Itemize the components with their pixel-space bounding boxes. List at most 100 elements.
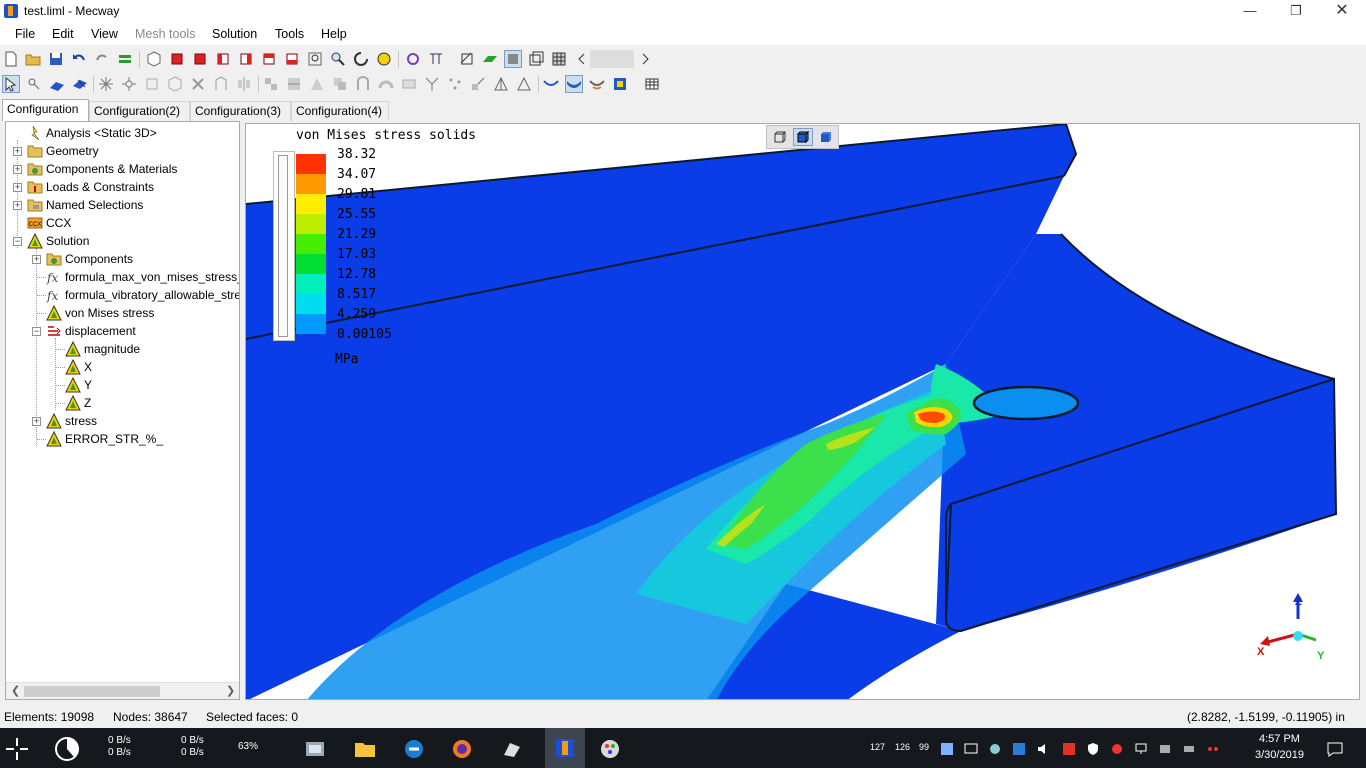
tray-b-icon[interactable] (1060, 734, 1078, 764)
view-bottom-icon[interactable] (283, 50, 301, 68)
refine-icon[interactable] (262, 75, 280, 93)
app-cat-icon[interactable] (497, 734, 527, 764)
minimize-button[interactable]: — (1227, 0, 1273, 23)
select-node-icon[interactable] (25, 75, 43, 93)
tray-w-icon[interactable] (1010, 734, 1028, 764)
open-file-icon[interactable] (24, 50, 42, 68)
add-node-icon[interactable] (97, 75, 115, 93)
collapse-displacement-toggle[interactable]: − (32, 327, 41, 336)
expand-components-materials-toggle[interactable]: + (13, 165, 22, 174)
menu-tools[interactable]: Tools (275, 27, 304, 41)
tray-red-icon[interactable] (1108, 734, 1126, 764)
extrude-icon[interactable] (212, 75, 230, 93)
tab-configuration-4[interactable]: Configuration(4) (291, 101, 389, 121)
film-icon[interactable] (611, 75, 629, 93)
box-icon[interactable] (143, 75, 161, 93)
file-manager-icon[interactable] (300, 734, 330, 764)
scale-icon[interactable] (469, 75, 487, 93)
wireframe-icon[interactable] (527, 50, 545, 68)
scroll-right-arrow-icon[interactable]: ❯ (226, 684, 235, 697)
scroll-left-arrow-icon[interactable]: ❮ (11, 684, 20, 697)
deformed-icon[interactable] (542, 75, 560, 93)
select-element-icon[interactable] (48, 75, 66, 93)
measure-icon[interactable] (427, 50, 445, 68)
transparent-icon[interactable] (550, 50, 568, 68)
rotate-icon[interactable] (352, 50, 370, 68)
tray-monitor-icon[interactable] (962, 734, 980, 764)
view-top-icon[interactable] (260, 50, 278, 68)
cube-icon[interactable] (166, 75, 184, 93)
legend-range-slider[interactable] (273, 151, 295, 341)
green-bars-icon[interactable] (116, 50, 134, 68)
mecway-taskbar-icon[interactable] (545, 728, 585, 768)
tri-split-icon[interactable] (423, 75, 441, 93)
scroll-right-icon[interactable] (636, 50, 654, 68)
view-back-icon[interactable] (191, 50, 209, 68)
menu-view[interactable]: View (91, 27, 118, 41)
new-file-icon[interactable] (2, 50, 20, 68)
menu-edit[interactable]: Edit (52, 27, 74, 41)
expand-stress-toggle[interactable]: + (32, 417, 41, 426)
solid-display-icon[interactable] (504, 50, 522, 68)
edge-browser-icon[interactable] (399, 734, 429, 764)
bend-icon[interactable] (377, 75, 395, 93)
mesh-display-icon[interactable] (404, 50, 422, 68)
notification-icon[interactable] (1320, 734, 1350, 764)
expand-loads-constraints-toggle[interactable]: + (13, 183, 22, 192)
triangle-mesh-icon[interactable] (492, 75, 510, 93)
menu-file[interactable]: File (15, 27, 35, 41)
maximize-button[interactable]: ❐ (1273, 0, 1319, 23)
close-button[interactable]: ✕ (1319, 0, 1365, 23)
tray-app-icon[interactable] (938, 734, 956, 764)
select-face-icon[interactable] (71, 75, 89, 93)
contour-icon[interactable] (565, 75, 583, 93)
triangle-icon[interactable] (515, 75, 533, 93)
revolve-icon[interactable] (354, 75, 372, 93)
cpu-gauge-icon[interactable] (52, 734, 82, 764)
animate-icon[interactable] (588, 75, 606, 93)
mirror-icon[interactable] (235, 75, 253, 93)
view-left-icon[interactable] (214, 50, 232, 68)
save-icon[interactable] (47, 50, 65, 68)
menu-solution[interactable]: Solution (212, 27, 257, 41)
tray-printer-icon[interactable] (1180, 734, 1198, 764)
zoom-icon[interactable] (329, 50, 347, 68)
stress-contour-plot[interactable] (246, 124, 1360, 700)
table-icon[interactable] (643, 75, 661, 93)
view-front-icon[interactable] (168, 50, 186, 68)
sweep-icon[interactable] (308, 75, 326, 93)
scatter-icon[interactable] (446, 75, 464, 93)
wireframe-cube-icon[interactable] (770, 128, 790, 146)
model-viewport[interactable]: Z X Y von Mises stress solids 38.32 34.0… (245, 123, 1360, 700)
tray-device-icon[interactable] (1156, 734, 1174, 764)
rotate-copy-icon[interactable] (331, 75, 349, 93)
expand-named-selections-toggle[interactable]: + (13, 201, 22, 210)
zoom-box-icon[interactable] (306, 50, 324, 68)
tab-configuration[interactable]: Configuration (2, 99, 89, 121)
start-icon[interactable] (2, 734, 32, 764)
network-icon[interactable] (1132, 734, 1150, 764)
expand-solution-components-toggle[interactable]: + (32, 255, 41, 264)
tray-tool-icon[interactable] (986, 734, 1004, 764)
tab-configuration-3[interactable]: Configuration(3) (190, 101, 291, 121)
zoom-fit-icon[interactable] (375, 50, 393, 68)
collapse-solution-toggle[interactable]: − (13, 237, 22, 246)
firefox-icon[interactable] (447, 734, 477, 764)
volume-icon[interactable] (1034, 734, 1052, 764)
section-icon[interactable] (458, 50, 476, 68)
tray-dots-icon[interactable] (1204, 734, 1222, 764)
merge-nodes-icon[interactable] (120, 75, 138, 93)
tab-configuration-2[interactable]: Configuration(2) (89, 101, 190, 121)
shield-icon[interactable] (1084, 734, 1102, 764)
paint-icon[interactable] (595, 734, 625, 764)
view-right-icon[interactable] (237, 50, 255, 68)
select-pointer-icon[interactable] (2, 75, 20, 93)
surface-icon[interactable] (481, 50, 499, 68)
menu-help[interactable]: Help (321, 27, 347, 41)
expand-geometry-toggle[interactable]: + (13, 147, 22, 156)
menu-mesh-tools[interactable]: Mesh tools (135, 27, 195, 41)
scroll-left-icon[interactable] (573, 50, 591, 68)
view-iso-icon[interactable] (145, 50, 163, 68)
scroll-thumb[interactable] (24, 686, 160, 697)
redo-icon[interactable] (93, 50, 111, 68)
